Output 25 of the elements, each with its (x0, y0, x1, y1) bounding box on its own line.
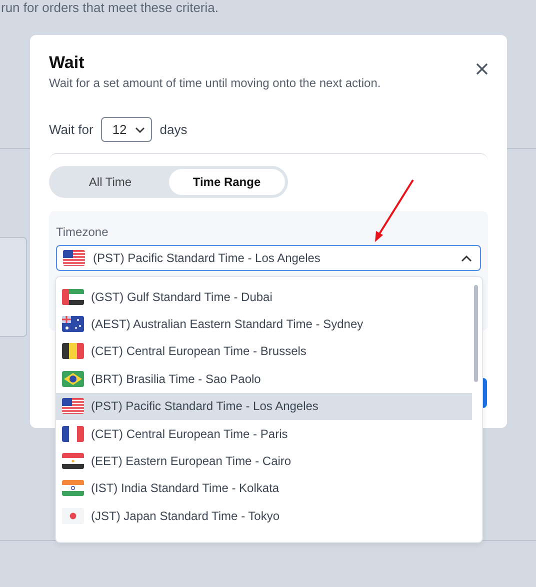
flag-icon (62, 453, 84, 470)
flag-icon (62, 316, 84, 332)
days-select[interactable]: 12 (101, 117, 152, 142)
select-value: (PST) Pacific Standard Time - Los Angeles (93, 250, 322, 267)
scrollbar[interactable] (474, 285, 478, 382)
flag-icon (62, 508, 84, 524)
tab[interactable]: Time Range (168, 169, 285, 195)
dialog-title: Wait (49, 53, 84, 73)
flag-icon (62, 480, 84, 496)
background-text: run for orders that meet these criteria. (1, 0, 218, 15)
dialog-subtitle: Wait for a set amount of time until moving onto the next action. (49, 75, 382, 92)
timezone-select[interactable]: (PST) Pacific Standard Time - Los Angeles (56, 245, 481, 271)
flag-icon (62, 370, 84, 387)
flag-icon (62, 426, 84, 442)
flag-icon (63, 250, 85, 266)
flag-icon (62, 398, 84, 414)
annotation-arrow (375, 179, 414, 242)
field-label: Timezone (56, 224, 110, 241)
flag-icon (62, 343, 84, 360)
wait-label: Wait for (49, 120, 94, 139)
tab[interactable]: All Time (52, 169, 168, 195)
flag-icon (62, 288, 84, 305)
unit-label: days (160, 120, 188, 139)
chevron-down-icon (134, 126, 145, 132)
dropdown-option[interactable]: (PST) Pacific Standard Time - Los Angeles (56, 392, 472, 420)
